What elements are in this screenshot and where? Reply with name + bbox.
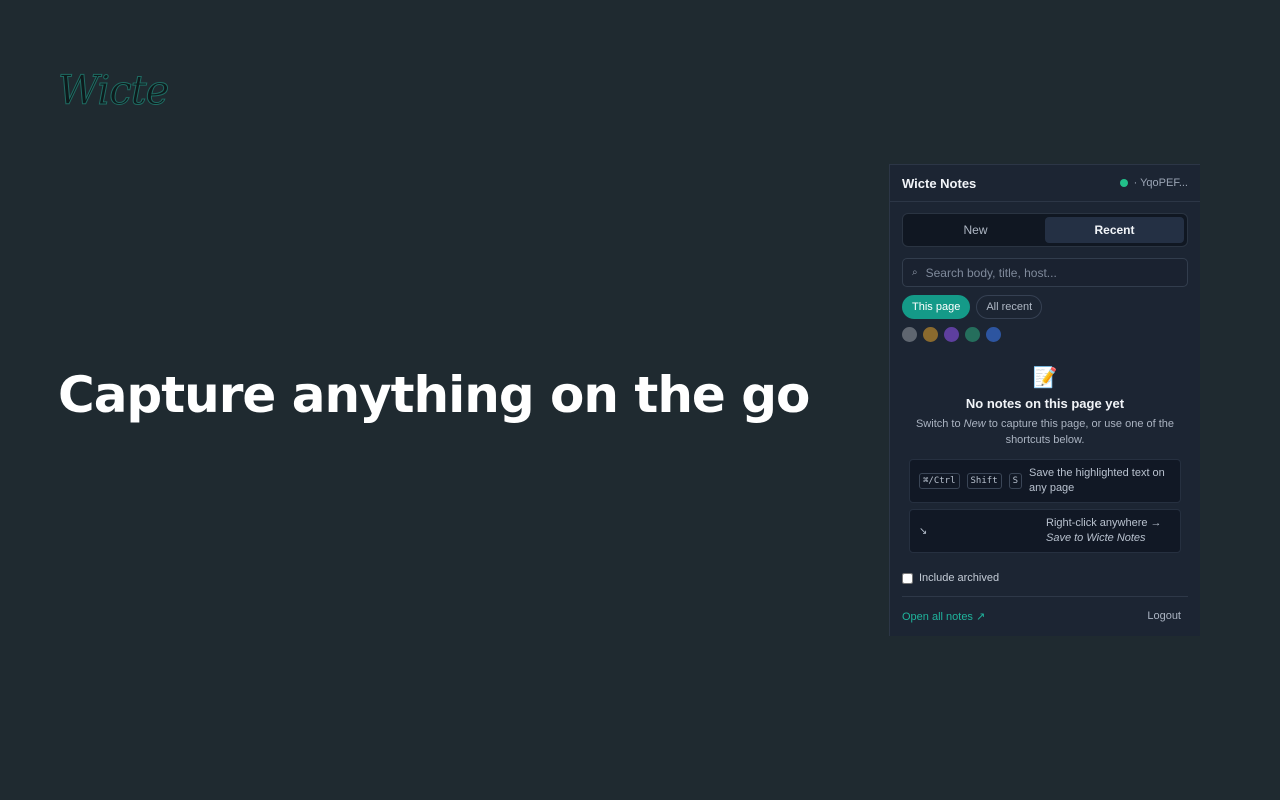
empty-state-text: Switch to New to capture this page, or u…	[906, 416, 1184, 448]
filter-all-recent[interactable]: All recent	[976, 295, 1043, 319]
tab-recent[interactable]: Recent	[1045, 217, 1184, 243]
notes-popup-panel: Wicte Notes · YqoPEF... New Recent ⌕ Thi…	[889, 164, 1200, 636]
empty-text-after: to capture this page, or use one of the …	[985, 418, 1175, 446]
open-all-notes-link[interactable]: Open all notes ↗	[902, 610, 985, 623]
status-dot-icon	[1119, 179, 1128, 187]
arrow-down-right-icon: ↘	[919, 525, 928, 537]
empty-state-title: No notes on this page yet	[965, 396, 1125, 411]
panel-header: Wicte Notes · YqoPEF...	[890, 165, 1200, 202]
color-filter-amber[interactable]	[923, 327, 938, 342]
mode-tabs: New Recent	[902, 213, 1188, 247]
shortcut-keyboard-text: Save the highlighted text on any page	[1029, 467, 1165, 494]
key-shift: Shift	[966, 473, 1002, 489]
logout-button[interactable]: Logout	[1147, 610, 1181, 623]
scope-filters: This page All recent	[902, 295, 1188, 319]
tab-new[interactable]: New	[906, 217, 1045, 243]
shortcut-context-text: Right-click anywhere → Save to Wicte Not…	[1046, 516, 1162, 546]
filter-this-page[interactable]: This page	[902, 295, 971, 319]
color-filter-blue[interactable]	[986, 327, 1001, 342]
panel-footer: Open all notes ↗ Logout	[902, 610, 1181, 623]
shortcut-context-action: Save to Wicte Notes	[1046, 532, 1146, 544]
panel-title: Wicte Notes	[902, 175, 977, 191]
connection-status: · YqoPEF...	[1119, 177, 1188, 189]
color-filter-gray[interactable]	[902, 327, 917, 342]
memo-icon: 📝	[1032, 367, 1058, 389]
page: Wicte Capture anything on the go Wicte N…	[0, 0, 1280, 800]
color-filter-green[interactable]	[965, 327, 980, 342]
shortcut-context-prefix: Right-click anywhere →	[1046, 517, 1162, 529]
empty-text-before: Switch to	[915, 418, 964, 430]
include-archived-checkbox[interactable]	[902, 572, 913, 584]
key-s: S	[1008, 473, 1023, 489]
include-archived-label: Include archived	[919, 572, 1000, 584]
empty-state: 📝 No notes on this page yet Switch to Ne…	[890, 366, 1200, 448]
search-icon: ⌕	[912, 267, 918, 278]
hero-headline: Capture anything on the go	[58, 366, 810, 424]
search-box: ⌕	[902, 258, 1188, 287]
shortcut-keyboard: ⌘/Ctrl Shift S Save the highlighted text…	[909, 459, 1181, 503]
empty-text-new: New	[963, 418, 986, 430]
search-input[interactable]	[925, 265, 1178, 280]
color-filters	[902, 327, 1188, 342]
footer-divider	[902, 596, 1188, 597]
status-text: · YqoPEF...	[1133, 177, 1188, 189]
color-filter-purple[interactable]	[944, 327, 959, 342]
shortcut-context-menu: ↘ Right-click anywhere → Save to Wicte N…	[909, 509, 1181, 553]
include-archived-toggle[interactable]: Include archived	[902, 572, 1188, 584]
brand-logo: Wicte	[57, 68, 169, 115]
key-cmd-ctrl: ⌘/Ctrl	[919, 473, 960, 489]
